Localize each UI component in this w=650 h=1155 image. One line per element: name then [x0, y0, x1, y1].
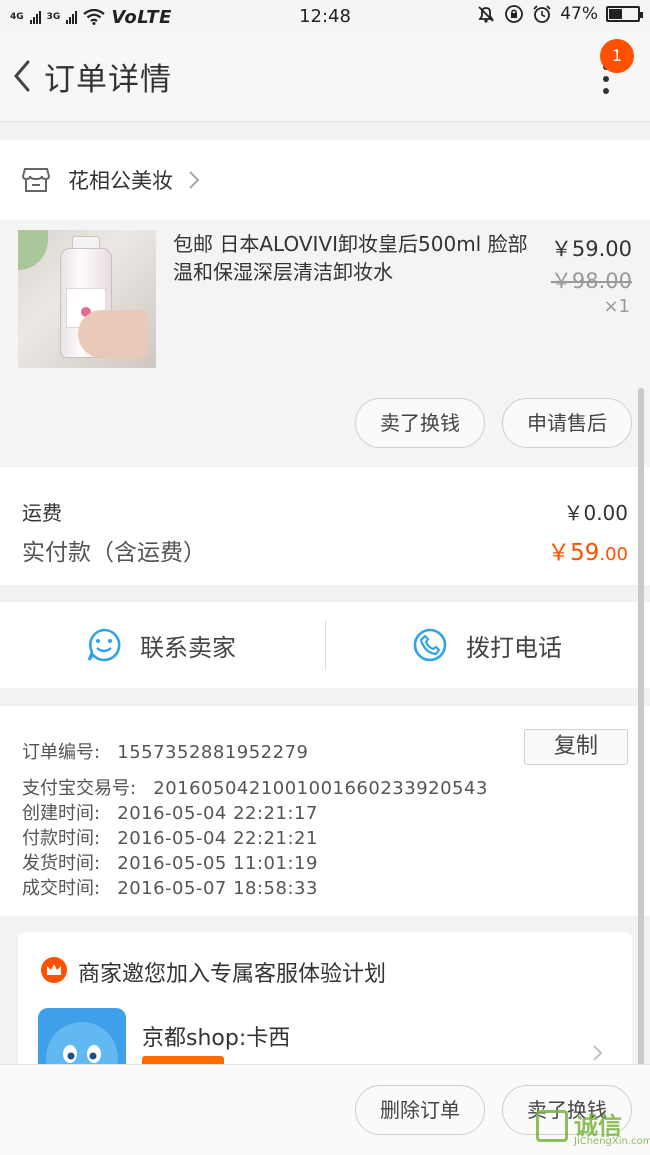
scrollbar[interactable]: [638, 388, 644, 1108]
chevron-right-icon: [189, 171, 200, 189]
chevron-right-icon: [593, 1045, 603, 1061]
shipping-label: 运费: [22, 501, 62, 525]
product-original-price: ￥98.00: [550, 269, 632, 293]
shop-row[interactable]: 花相公美妆: [0, 140, 650, 220]
contact-seller-button[interactable]: 联系卖家: [86, 602, 236, 688]
battery-percent: 47%: [560, 4, 598, 24]
paid-label: 实付款（含运费）: [22, 540, 206, 566]
contact-divider: [325, 620, 326, 670]
order-item[interactable]: 包邮 日本ALOVIVI卸妆皇后500ml 脸部温和保湿深层清洁卸妆水 ￥59.…: [0, 220, 650, 466]
paid-value-main: ￥59: [547, 540, 600, 566]
order-number-value: 1557352881952279: [117, 742, 309, 763]
watermark-logo: 诚信 JiChengXin.com: [534, 1106, 650, 1155]
network-4g-label: 4G: [10, 11, 24, 22]
shipped-time-value: 2016-05-05 11:01:19: [117, 853, 318, 874]
shipped-time-row: 发货时间: 2016-05-05 11:01:19: [22, 849, 318, 875]
alipay-trade-key: 支付宝交易号:: [22, 778, 137, 799]
volte-label: VoLTE: [111, 6, 172, 28]
alipay-trade-row: 支付宝交易号: 2016050421001001660233920543: [22, 774, 488, 800]
order-detail-page: 4G 3G VoLTE 12:48 47% 订单详情 1 花相公美妆 包邮 日本…: [0, 0, 650, 1155]
status-bar: 4G 3G VoLTE 12:48 47%: [0, 0, 650, 34]
call-phone-label: 拨打电话: [466, 633, 562, 662]
watermark-sub: JiChengXin.com: [574, 1136, 650, 1147]
shipping-value: ￥0.00: [563, 501, 628, 525]
notification-badge: 1: [600, 39, 634, 73]
battery-level-fill: [609, 9, 623, 19]
lock-rotation-icon: [505, 5, 524, 23]
phone-icon: [413, 628, 447, 662]
chat-smile-icon: [87, 628, 121, 662]
crown-icon: [41, 957, 67, 983]
network-3g-label: 3G: [46, 11, 61, 22]
order-info: 复制 订单编号: 1557352881952279 支付宝交易号: 201605…: [0, 706, 650, 916]
paid-time-value: 2016-05-04 22:21:21: [117, 828, 318, 849]
created-time-key: 创建时间:: [22, 803, 101, 824]
alipay-trade-value: 2016050421001001660233920543: [153, 778, 488, 799]
invite-title: 商家邀您加入专属客服体验计划: [78, 962, 387, 987]
payment-summary: 运费 ￥0.00 实付款（含运费） ￥59.00: [0, 467, 650, 585]
status-right: 47%: [476, 4, 643, 24]
shipped-time-key: 发货时间:: [22, 853, 101, 874]
page-title: 订单详情: [44, 62, 172, 98]
completed-time-row: 成交时间: 2016-05-07 18:58:33: [22, 874, 318, 900]
created-time-row: 创建时间: 2016-05-04 22:21:17: [22, 799, 318, 825]
product-price: ￥59.00: [550, 237, 632, 261]
product-title[interactable]: 包邮 日本ALOVIVI卸妆皇后500ml 脸部温和保湿深层清洁卸妆水: [173, 230, 533, 286]
store-icon: [22, 168, 50, 192]
battery-icon: [606, 6, 643, 22]
created-time-value: 2016-05-04 22:21:17: [117, 803, 318, 824]
order-number-key: 订单编号:: [22, 742, 101, 763]
alarm-icon: [533, 5, 551, 23]
copy-button[interactable]: 复制: [524, 729, 628, 765]
product-quantity: ×1: [603, 296, 630, 317]
shop-name[interactable]: 花相公美妆: [68, 165, 173, 195]
back-arrow-icon[interactable]: [8, 56, 36, 96]
signal-icon-2: [66, 10, 78, 24]
order-number-row: 订单编号: 1557352881952279: [22, 738, 308, 764]
nav-header: 订单详情 1: [0, 34, 650, 122]
delete-order-button[interactable]: 删除订单: [355, 1085, 485, 1135]
paid-value-cents: .00: [599, 544, 628, 565]
after-sale-button[interactable]: 申请售后: [502, 398, 632, 448]
paid-value: ￥59.00: [547, 533, 628, 567]
status-left: 4G 3G VoLTE: [10, 7, 270, 28]
paid-time-row: 付款时间: 2016-05-04 22:21:21: [22, 824, 318, 850]
contact-seller-label: 联系卖家: [140, 633, 236, 662]
product-thumbnail[interactable]: [18, 230, 156, 368]
contact-bar: 联系卖家 拨打电话: [0, 602, 650, 688]
invite-shop-name: 京都shop:卡西: [142, 1026, 291, 1051]
completed-time-value: 2016-05-07 18:58:33: [117, 878, 318, 899]
signal-icon: [29, 10, 41, 24]
call-phone-button[interactable]: 拨打电话: [412, 602, 562, 688]
sell-for-cash-button[interactable]: 卖了换钱: [355, 398, 485, 448]
wifi-icon: [83, 9, 105, 25]
paid-time-key: 付款时间:: [22, 828, 101, 849]
completed-time-key: 成交时间:: [22, 878, 101, 899]
mute-bell-icon: [478, 6, 494, 23]
